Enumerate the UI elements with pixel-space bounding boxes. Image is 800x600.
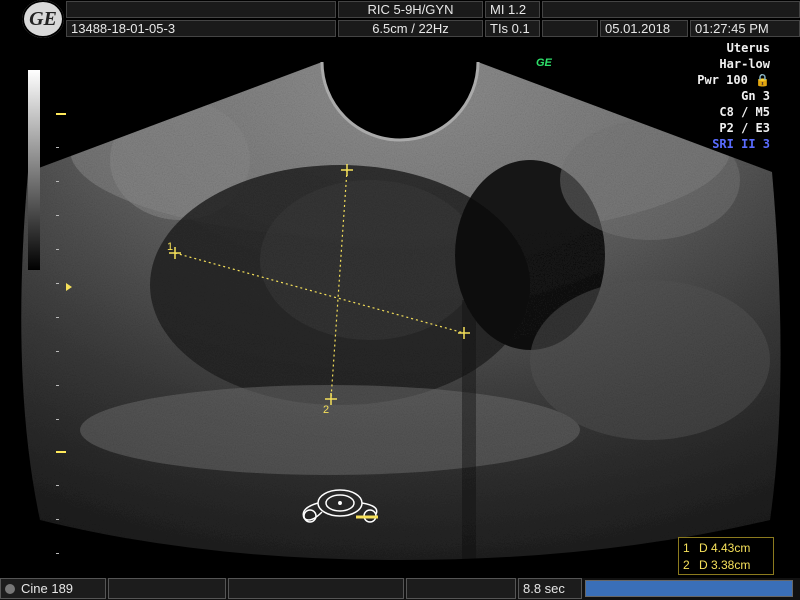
measurement-results-panel: 1 D 4.43cm 2 D 3.38cm <box>678 537 774 575</box>
depth-scale-tick <box>56 317 59 318</box>
cine-icon <box>5 583 15 594</box>
depth-scale-tick <box>56 485 59 486</box>
depth-scale-tick <box>56 249 59 250</box>
depth-scale-tick <box>56 181 59 182</box>
param-power: Pwr 100 🔒 <box>697 73 770 87</box>
depth-scale-major-tick <box>56 113 66 115</box>
ge-orientation-mark: GE <box>536 57 552 69</box>
measurement-1-value: D 4.43cm <box>699 540 751 555</box>
depth-scale-tick <box>56 419 59 420</box>
cine-duration: 8.8 sec <box>518 578 582 599</box>
cine-progress-fill <box>586 581 792 596</box>
measurement-2-value: D 3.38cm <box>699 557 751 572</box>
measurement-row-2: 2 D 3.38cm <box>683 556 769 573</box>
depth-scale-tick <box>56 519 59 520</box>
param-gain: Gn 3 <box>741 89 770 103</box>
bottom-status-bar: Cine 189 8.8 sec <box>0 578 800 600</box>
param-p-e: P2 / E3 <box>719 121 770 135</box>
measurement-2-index: 2 <box>683 557 690 572</box>
cine-label: Cine 189 <box>21 581 74 596</box>
param-exam: Uterus <box>726 41 770 55</box>
depth-scale-tick <box>56 553 59 554</box>
measurement-row-1: 1 D 4.43cm <box>683 539 769 556</box>
softkey-1[interactable] <box>108 578 226 599</box>
cine-counter[interactable]: Cine 189 <box>0 578 106 599</box>
param-harmonic: Har-low <box>719 57 770 71</box>
softkey-2[interactable] <box>228 578 404 599</box>
param-sri: SRI II 3 <box>712 137 770 151</box>
softkey-3[interactable] <box>406 578 516 599</box>
depth-scale-tick <box>56 283 59 284</box>
measurement-1-index: 1 <box>683 540 690 555</box>
focus-marker-icon <box>66 283 72 291</box>
grayscale-bar <box>28 70 40 270</box>
depth-scale-tick <box>56 351 59 352</box>
depth-scale-tick <box>56 385 59 386</box>
cine-progress-bar[interactable] <box>585 580 793 597</box>
depth-scale-major-tick <box>56 451 66 453</box>
imaging-parameters: Uterus Har-low Pwr 100 🔒 Gn 3 C8 / M5 P2… <box>697 40 770 152</box>
ultrasound-image: 1 2 <box>21 61 781 560</box>
depth-scale-tick <box>56 147 59 148</box>
param-c-m: C8 / M5 <box>719 105 770 119</box>
depth-scale-tick <box>56 215 59 216</box>
caliper-1-label: 1 <box>167 241 173 253</box>
caliper-2-label: 2 <box>323 404 329 416</box>
